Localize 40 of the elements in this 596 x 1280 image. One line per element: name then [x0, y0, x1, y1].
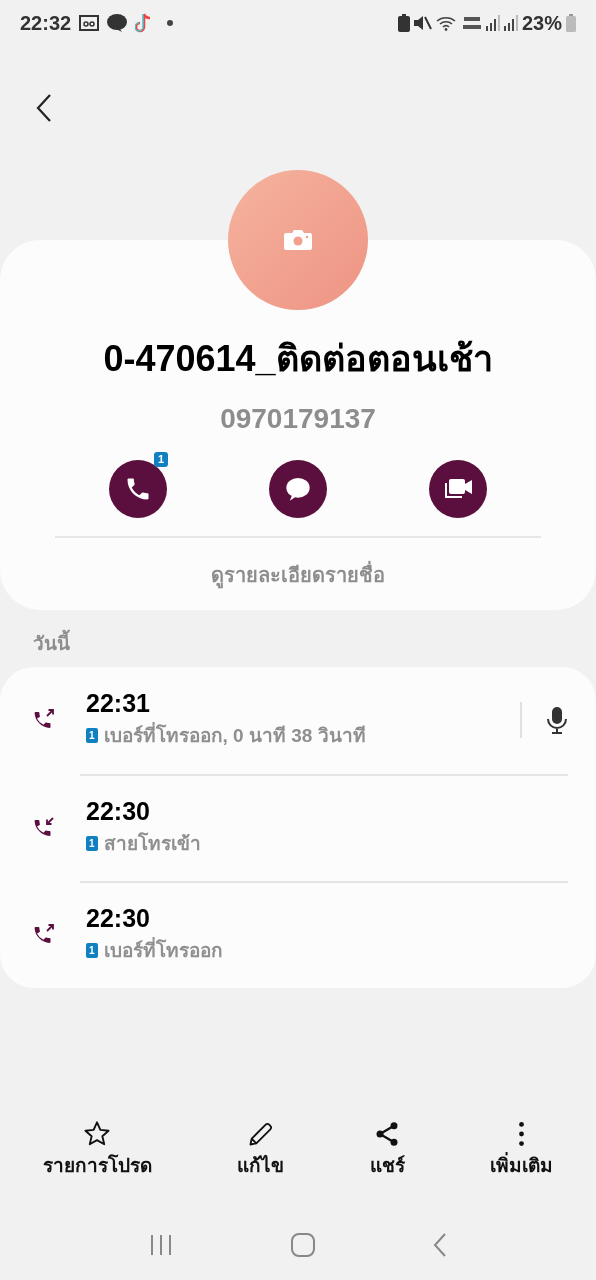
- sim-badge: 1: [86, 836, 98, 852]
- chat-bubble-icon: [107, 13, 128, 32]
- speech-bubble-icon: [284, 475, 312, 503]
- call-description: เบอร์ที่โทรออก: [103, 936, 223, 963]
- call-time: 22:30: [86, 905, 151, 933]
- home-button[interactable]: [291, 1233, 315, 1257]
- music-note-icon: [135, 12, 152, 33]
- edit-button[interactable]: แก้ไข: [233, 1119, 289, 1180]
- phone-number: 0970179137: [219, 402, 377, 436]
- battery-icon: [566, 13, 576, 32]
- dot-icon: [167, 19, 174, 26]
- contact-name: 0-470614_ติดต่อตอนเช้า: [102, 337, 494, 381]
- battery-percent: 23%: [521, 10, 562, 36]
- call-time: 22:31: [86, 690, 151, 718]
- mute-icon: [413, 14, 432, 31]
- section-label: วันนี้: [0, 610, 596, 667]
- recording-button[interactable]: [546, 706, 568, 734]
- more-button[interactable]: เพิ่มเติม: [486, 1119, 558, 1180]
- call-description: เบอร์ที่โทรออก, 0 นาที 38 วินาที: [103, 721, 366, 748]
- favorite-button[interactable]: รายการโปรด: [38, 1119, 156, 1180]
- voicemail-icon: [79, 14, 100, 31]
- recents-button[interactable]: [149, 1234, 173, 1256]
- share-button[interactable]: แชร์: [365, 1119, 409, 1180]
- back-nav-button[interactable]: [433, 1233, 447, 1257]
- video-button[interactable]: [429, 460, 487, 518]
- status-time: 22:32: [20, 10, 72, 36]
- more-options-icon: [519, 1119, 525, 1148]
- signal-icon: [503, 14, 518, 31]
- count-badge: 1: [153, 452, 168, 467]
- battery-saver-icon: [397, 13, 410, 32]
- camera-icon: [283, 229, 313, 251]
- signal-icon: [485, 14, 500, 31]
- sim-badge: 1: [86, 943, 98, 959]
- call-time: 22:30: [86, 798, 151, 826]
- sim-badge: 1: [86, 728, 98, 744]
- star-icon: [83, 1119, 112, 1148]
- wifi-icon: [435, 14, 458, 31]
- message-button[interactable]: [269, 460, 327, 518]
- back-button[interactable]: [34, 92, 54, 123]
- call-description: สายโทรเข้า: [103, 831, 201, 856]
